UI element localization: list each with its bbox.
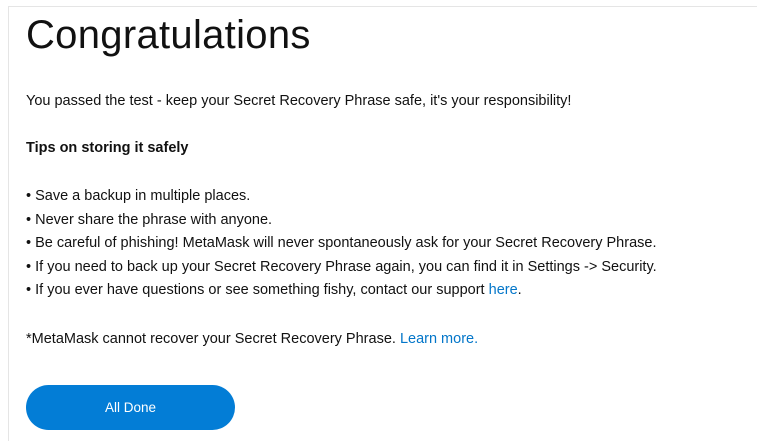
tips-heading: Tips on storing it safely [26,140,189,156]
support-link[interactable]: here [489,282,518,298]
tips-list: • Save a backup in multiple places. • Ne… [26,185,657,303]
support-end: . [517,282,522,298]
list-item-support: • If you ever have questions or see some… [26,279,657,303]
disclaimer: *MetaMask cannot recover your Secret Rec… [26,331,478,347]
intro-text: You passed the test - keep your Secret R… [26,93,572,109]
page-title: Congratulations [26,13,311,57]
list-item: • Be careful of phishing! MetaMask will … [26,235,657,251]
list-item: • Save a backup in multiple places. [26,188,251,204]
disclaimer-text: *MetaMask cannot recover your Secret Rec… [26,331,400,347]
learn-more-link[interactable]: Learn more. [400,331,478,347]
support-text: • If you ever have questions or see some… [26,282,489,298]
list-item: • Never share the phrase with anyone. [26,211,273,228]
list-item: • If you need to back up your Secret Rec… [26,258,657,275]
all-done-button[interactable]: All Done [26,385,235,430]
